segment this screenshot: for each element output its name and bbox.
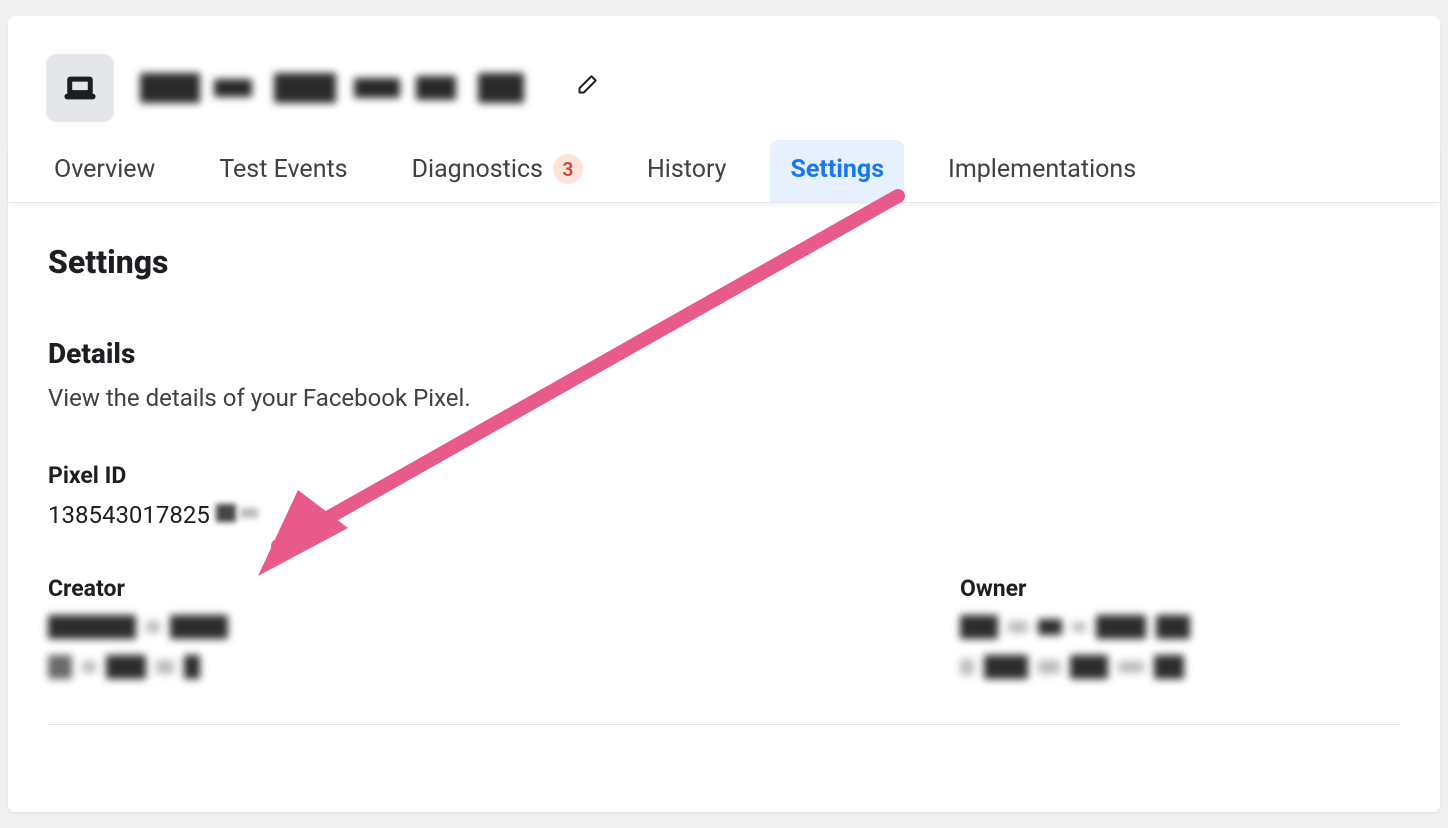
owner-field: Owner [960, 575, 1400, 694]
details-description: View the details of your Facebook Pixel. [48, 384, 1400, 412]
tab-diagnostics[interactable]: Diagnostics 3 [392, 140, 603, 202]
tab-history-label: History [647, 155, 727, 184]
pixel-id-label: Pixel ID [48, 462, 1400, 489]
tab-overview-label: Overview [54, 155, 155, 184]
creator-owner-row: Creator Owne [48, 575, 1400, 694]
owner-value-redacted [960, 614, 1400, 680]
settings-panel: Overview Test Events Diagnostics 3 Histo… [8, 16, 1440, 812]
edit-name-button[interactable] [573, 73, 599, 103]
tab-implementations-label: Implementations [948, 155, 1136, 184]
creator-value-redacted [48, 614, 920, 680]
tab-history[interactable]: History [627, 140, 747, 202]
panel-header [8, 16, 1440, 140]
details-heading: Details [48, 337, 1400, 370]
tab-settings-label: Settings [790, 155, 884, 184]
owner-label: Owner [960, 575, 1400, 602]
tab-test-events-label: Test Events [219, 155, 347, 184]
pixel-name-redacted [138, 71, 551, 105]
title-row [138, 71, 599, 105]
creator-field: Creator [48, 575, 920, 694]
tab-settings[interactable]: Settings [770, 140, 904, 202]
pixel-id-value: 138543017825 [48, 501, 1400, 529]
laptop-icon [46, 54, 114, 122]
tab-bar: Overview Test Events Diagnostics 3 Histo… [8, 140, 1440, 203]
divider [48, 724, 1400, 725]
tab-diagnostics-label: Diagnostics [412, 155, 543, 184]
creator-label: Creator [48, 575, 920, 602]
pixel-id-visible-part: 138543017825 [48, 501, 210, 529]
tab-test-events[interactable]: Test Events [199, 140, 367, 202]
tab-implementations[interactable]: Implementations [928, 140, 1156, 202]
pixel-id-field: Pixel ID 138543017825 [48, 462, 1400, 529]
content-area: Settings Details View the details of you… [8, 203, 1440, 725]
diagnostics-badge: 3 [553, 154, 583, 184]
pixel-id-redacted-part [210, 504, 260, 526]
page-title: Settings [48, 243, 1400, 281]
tab-overview[interactable]: Overview [34, 140, 175, 202]
